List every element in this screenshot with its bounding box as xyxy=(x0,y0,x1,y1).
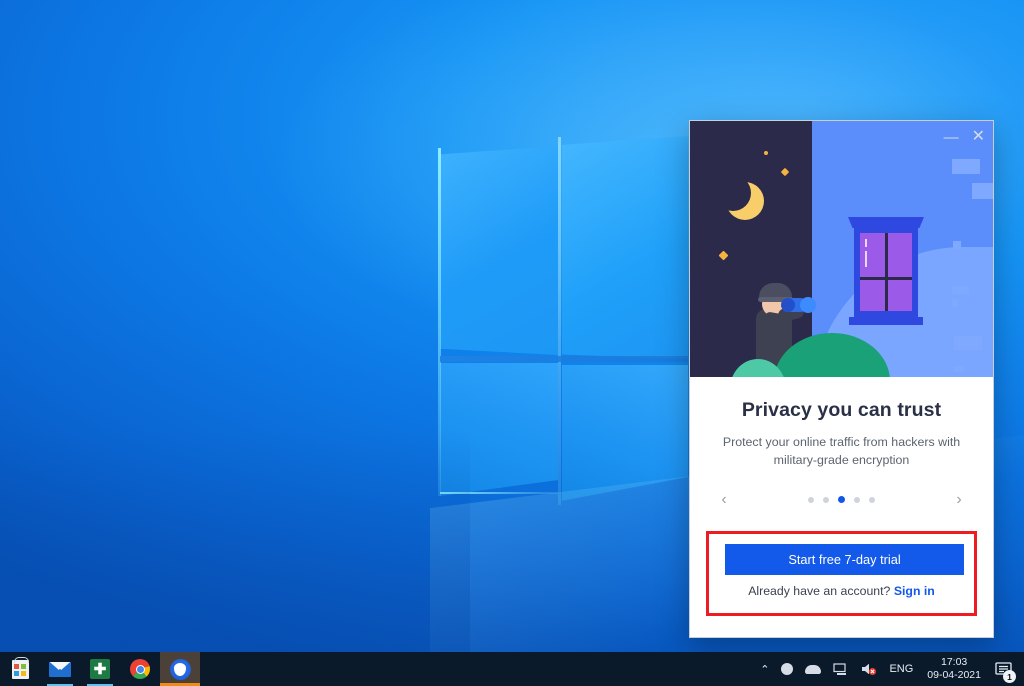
chrome-icon xyxy=(130,659,150,679)
excel-icon: ✚ xyxy=(90,659,110,679)
clock[interactable]: 17:03 09-04-2021 xyxy=(919,652,989,686)
binoculars-lens xyxy=(800,297,816,313)
cloud-icon[interactable] xyxy=(799,652,827,686)
wall-brick xyxy=(953,241,961,250)
taskbar-item-excel[interactable]: ✚ xyxy=(80,652,120,686)
carousel-controls: ‹ › xyxy=(716,491,967,508)
house-window-mullion-horizontal xyxy=(860,277,912,280)
taskbar-apps: ✚ xyxy=(0,652,200,686)
taskbar-item-google-chrome[interactable] xyxy=(120,652,160,686)
cta-highlight-box: Start free 7-day trial Already have an a… xyxy=(706,531,977,616)
vpn-shield-icon xyxy=(169,658,191,680)
taskbar: ✚ ⌃ ENG 17:03 09-04-2021 1 xyxy=(0,652,1024,686)
wall-brick xyxy=(952,299,958,307)
glass-gleam xyxy=(865,251,867,267)
carousel-dot-4[interactable] xyxy=(854,496,860,503)
wall-brick xyxy=(972,183,993,199)
signin-row: Already have an account? Sign in xyxy=(709,584,974,598)
wallpaper-pane-top-left xyxy=(440,146,558,355)
tray-date: 09-04-2021 xyxy=(927,669,981,681)
vpn-app-window: — ✕ Privacy you can trust Protect your o… xyxy=(689,120,994,638)
carousel-next-icon[interactable]: › xyxy=(951,491,967,508)
page-title: Privacy you can trust xyxy=(741,399,942,421)
wallpaper-edge-vertical xyxy=(558,137,561,505)
hero-illustration: — ✕ xyxy=(690,121,993,377)
carousel-dot-5[interactable] xyxy=(869,496,875,503)
start-free-trial-button[interactable]: Start free 7-day trial xyxy=(725,544,964,575)
spy-figure xyxy=(730,273,890,377)
star-icon xyxy=(764,151,768,155)
system-tray: ⌃ ENG 17:03 09-04-2021 1 xyxy=(754,652,1024,686)
carousel-dot-2[interactable] xyxy=(823,496,829,503)
glass-gleam xyxy=(865,239,867,247)
wall-brick xyxy=(954,336,982,350)
carousel-dots xyxy=(808,496,875,504)
window-controls: — ✕ xyxy=(944,129,985,145)
notification-badge: 1 xyxy=(1003,670,1016,683)
wallpaper-shadow xyxy=(0,430,470,652)
moon-icon xyxy=(715,175,764,220)
close-icon[interactable]: ✕ xyxy=(972,129,985,145)
star-icon xyxy=(718,250,729,261)
wall-brick xyxy=(954,366,964,372)
wallpaper-pane-top-right xyxy=(562,136,688,359)
taskbar-item-vpn-shield[interactable] xyxy=(160,652,200,686)
microsoft-store-icon xyxy=(11,656,29,679)
carousel-prev-icon[interactable]: ‹ xyxy=(716,491,732,508)
wallpaper-edge-horizontal xyxy=(440,356,688,362)
wall-brick xyxy=(952,159,980,174)
taskbar-item-microsoft-store[interactable] xyxy=(0,652,40,686)
sign-in-link[interactable]: Sign in xyxy=(894,584,935,598)
minimize-icon[interactable]: — xyxy=(944,130,959,145)
network-icon-svg xyxy=(833,662,847,675)
tray-time: 17:03 xyxy=(941,655,968,668)
carousel-dot-1[interactable] xyxy=(808,496,814,503)
show-hidden-icons-button[interactable]: ⌃ xyxy=(754,652,775,686)
binoculars-lens xyxy=(781,298,795,312)
notification-center-button[interactable]: 1 xyxy=(989,652,1020,686)
house-window-mullion-vertical xyxy=(885,233,888,311)
onedrive-circle-icon[interactable] xyxy=(775,652,799,686)
mail-icon xyxy=(49,661,71,677)
account-prompt-label: Already have an account? xyxy=(748,584,891,598)
house-window-sill xyxy=(849,317,923,325)
wall-brick xyxy=(952,286,969,294)
page-subtitle: Protect your online traffic from hackers… xyxy=(722,435,961,467)
network-icon[interactable] xyxy=(827,652,854,686)
carousel-dot-3[interactable] xyxy=(838,496,845,504)
volume-muted-icon[interactable] xyxy=(854,652,883,686)
onboarding-content: Privacy you can trust Protect your onlin… xyxy=(690,377,993,508)
taskbar-item-mail[interactable] xyxy=(40,652,80,686)
star-icon xyxy=(780,167,790,177)
language-indicator[interactable]: ENG xyxy=(883,652,919,686)
volume-muted-icon-svg xyxy=(862,663,877,676)
